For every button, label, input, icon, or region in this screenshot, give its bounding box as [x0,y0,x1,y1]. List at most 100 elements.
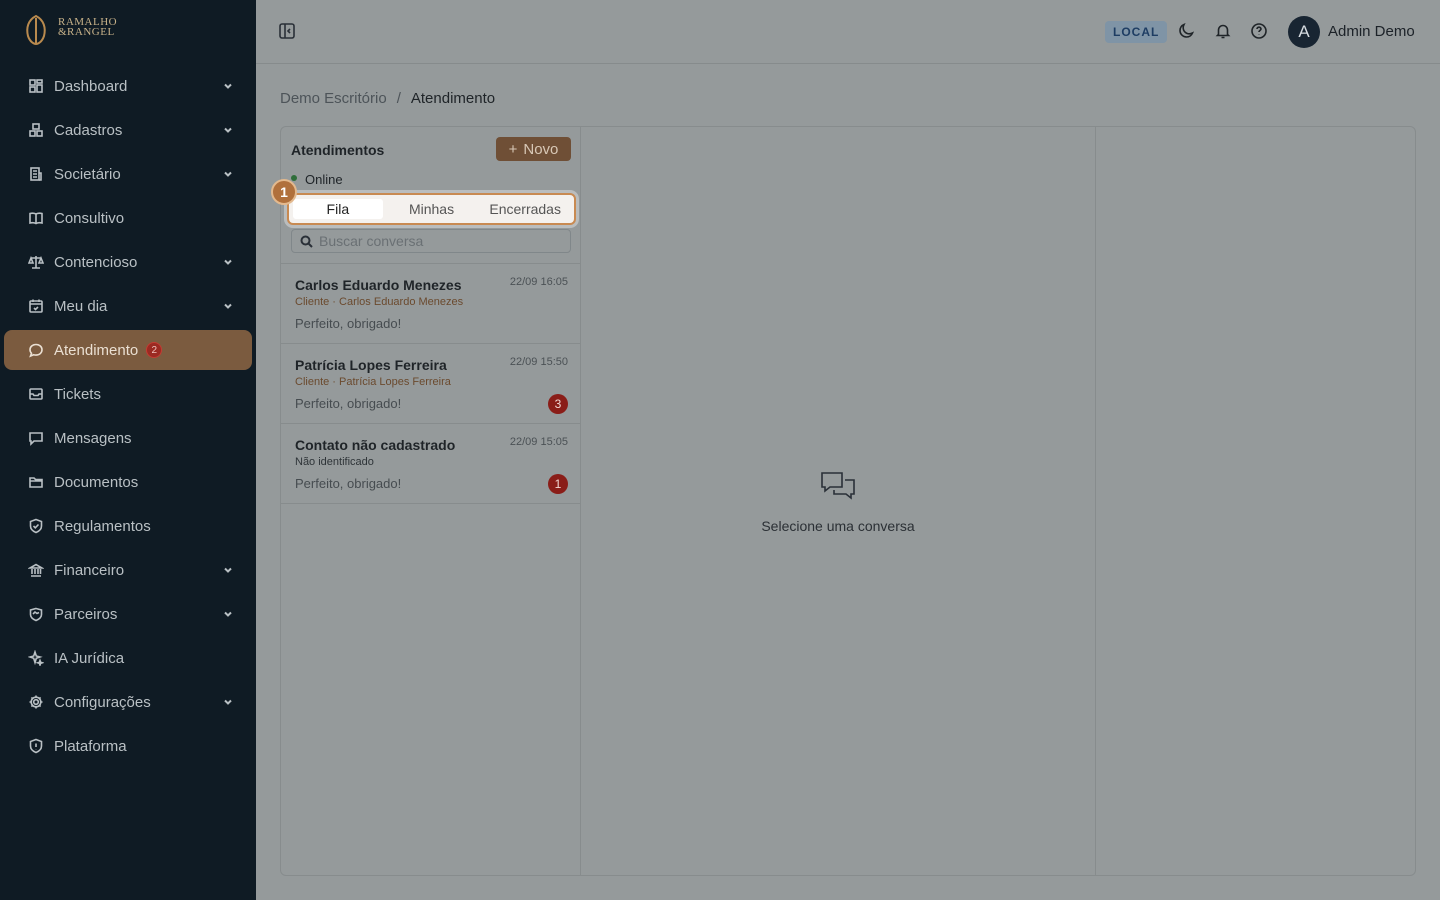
sidebar-item-societario[interactable]: Societário [4,154,252,194]
avatar[interactable]: A [1288,16,1320,48]
brand-text: RAMALHO &RANGEL [58,15,118,38]
conversation-contact: Não identificado [295,456,374,468]
conversation-tabs: Fila Minhas Encerradas [287,193,576,225]
sidebar-item-configuracoes[interactable]: Configurações [4,682,252,722]
online-status-dot [291,175,297,181]
conversation-item[interactable]: Patrícia Lopes Ferreira 22/09 15:50 Clie… [281,344,580,424]
help-icon[interactable] [1250,22,1270,42]
moon-icon[interactable] [1178,22,1198,42]
sidebar-item-label: Atendimento [54,341,139,359]
calendar-icon [28,298,44,314]
tab-fila[interactable]: Fila [293,199,383,219]
chevron-down-icon [222,695,234,707]
sidebar-item-parceiros[interactable]: Parceiros [4,594,252,634]
sidebar-item-consultivo[interactable]: Consultivo [4,198,252,238]
attendance-panel: Atendimentos + Novo Online 1 Fila Minhas… [271,126,1416,876]
sidebar-item-label: Contencioso [54,253,138,271]
building-icon [28,166,44,182]
boxes-icon [28,122,44,138]
search-box [291,229,571,253]
handshake-icon [28,606,44,622]
chevron-down-icon [222,563,234,575]
sidebar-item-label: Cadastros [54,121,123,139]
tab-encerradas[interactable]: Encerradas [480,199,570,219]
conversation-name: Patrícia Lopes Ferreira [295,357,447,373]
shield-check-icon [28,518,44,534]
conversation-item[interactable]: Carlos Eduardo Menezes 22/09 16:05 Clien… [281,264,580,344]
gear-icon [28,694,44,710]
tab-minhas[interactable]: Minhas [387,199,477,219]
unread-count-badge: 1 [548,474,568,494]
sidebar-item-dashboard[interactable]: Dashboard [4,66,252,106]
conversation-name: Carlos Eduardo Menezes [295,277,462,293]
shield-icon [28,738,44,754]
sidebar-item-label: Dashboard [54,77,128,95]
sidebar-item-label: Configurações [54,693,151,711]
ticket-icon [28,386,44,402]
details-panel-divider [1095,127,1096,875]
chat-icon [28,342,44,358]
book-icon [28,210,44,226]
online-status-label[interactable]: Online [305,172,343,187]
message-icon [28,430,44,446]
sidebar-item-cadastros[interactable]: Cadastros [4,110,252,150]
sidebar-item-tickets[interactable]: Tickets [4,374,252,414]
breadcrumb-separator: / [396,90,401,107]
conversation-contact: Cliente · Patrícia Lopes Ferreira [295,376,451,388]
breadcrumb: Demo Escritório / Atendimento [280,90,495,107]
sidebar-item-label: Plataforma [54,737,127,755]
breadcrumb-parent[interactable]: Demo Escritório [280,90,387,107]
chevron-down-icon [222,79,234,91]
bell-icon[interactable] [1214,22,1234,42]
topbar: LOCAL A Admin Demo [256,0,1440,64]
sidebar-item-contencioso[interactable]: Contencioso [4,242,252,282]
new-button-label: Novo [523,140,559,158]
search-input[interactable] [319,233,559,249]
sidebar-item-documentos[interactable]: Documentos [4,462,252,502]
chevron-down-icon [222,607,234,619]
sidebar-item-plataforma[interactable]: Plataforma [4,726,252,766]
sidebar-item-ia-juridica[interactable]: IA Jurídica [4,638,252,678]
environment-badge: LOCAL [1105,21,1168,43]
conversation-preview: Perfeito, obrigado! [295,396,402,411]
brand-logo[interactable]: RAMALHO &RANGEL [22,12,117,48]
notification-badge: 2 [146,342,163,358]
chevron-down-icon [222,123,234,135]
sidebar-item-label: Meu dia [54,297,108,315]
sidebar-item-mensagens[interactable]: Mensagens [4,418,252,458]
conversation-contact: Cliente · Carlos Eduardo Menezes [295,296,464,308]
sidebar-item-atendimento[interactable]: Atendimento 2 [4,330,252,370]
conversation-list-panel: Atendimentos + Novo Online 1 Fila Minhas… [271,127,581,875]
chevron-down-icon [222,255,234,267]
sidebar-item-label: Consultivo [54,209,125,227]
sidebar-item-label: Parceiros [54,605,118,623]
logo-mark-icon [26,14,46,46]
sidebar: RAMALHO &RANGEL Dashboard Cadastros Soci… [0,0,256,900]
conversation-time: 22/09 16:05 [509,276,568,288]
sidebar-item-label: Financeiro [54,561,125,579]
conversation-item[interactable]: Contato não cadastrado 22/09 15:05 Não i… [281,424,580,504]
conversation-time: 22/09 15:50 [509,356,568,368]
empty-state: Selecione uma conversa [581,467,1095,534]
list-title: Atendimentos [291,142,385,158]
conversation-list: Carlos Eduardo Menezes 22/09 16:05 Clien… [281,263,580,504]
sidebar-item-financeiro[interactable]: Financeiro [4,550,252,590]
sidebar-item-label: Mensagens [54,429,132,447]
sidebar-item-label: Tickets [54,385,101,403]
sidebar-item-regulamentos[interactable]: Regulamentos [4,506,252,546]
new-attendance-button[interactable]: + Novo [496,137,571,161]
bank-icon [28,562,44,578]
sidebar-item-meu-dia[interactable]: Meu dia [4,286,252,326]
empty-state-label: Selecione uma conversa [761,518,915,534]
conversation-preview: Perfeito, obrigado! [295,316,402,331]
chevron-down-icon [222,299,234,311]
search-icon [300,235,313,248]
breadcrumb-current: Atendimento [410,90,496,107]
user-name[interactable]: Admin Demo [1328,23,1415,40]
plus-icon: + [508,140,518,158]
sidebar-toggle-icon[interactable] [278,22,298,42]
unread-count-badge: 3 [548,394,568,414]
scale-icon [28,254,44,270]
chevron-down-icon [222,167,234,179]
sidebar-nav: Dashboard Cadastros Societário Consultiv… [4,66,252,770]
